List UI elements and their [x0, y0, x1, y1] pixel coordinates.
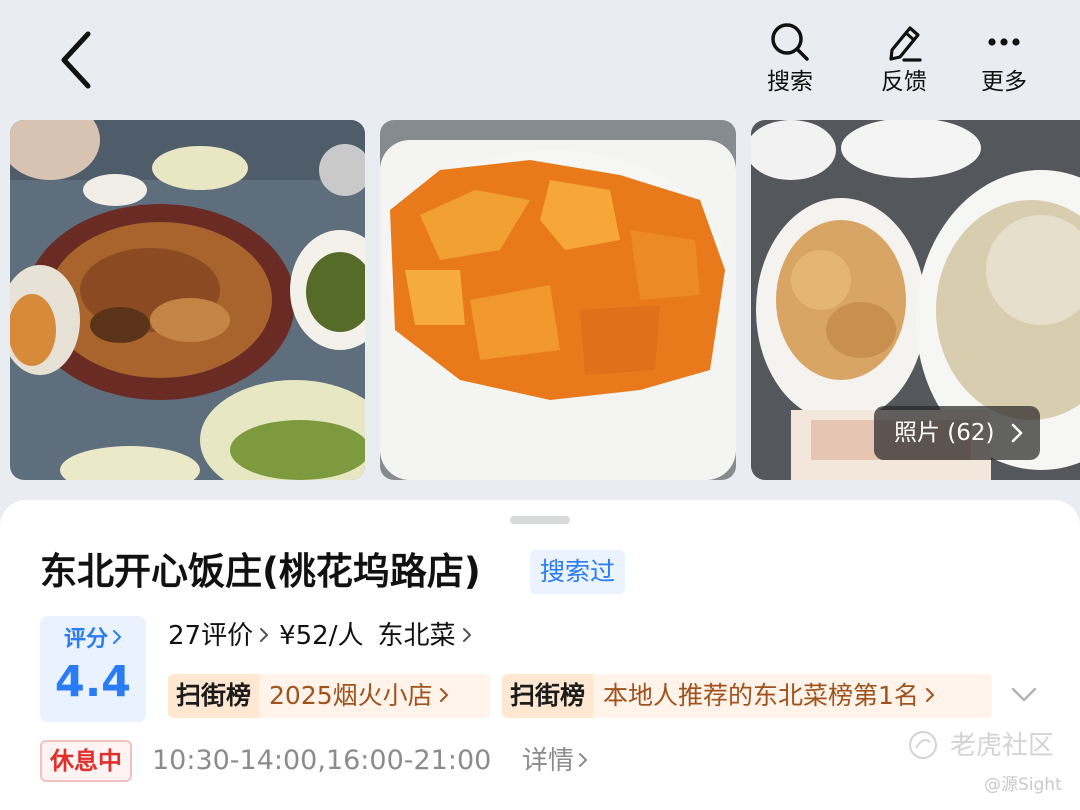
fried-pumpkin-image [380, 120, 736, 480]
feedback-label: 反馈 [881, 69, 927, 95]
more-dots-icon [988, 38, 1020, 46]
photo-count-button[interactable]: 照片 (62) [874, 406, 1040, 460]
searched-badge: 搜索过 [530, 550, 626, 594]
chevron-right-icon [1011, 423, 1023, 443]
feedback-button[interactable]: 反馈 [864, 20, 944, 96]
chevron-right-icon [260, 628, 269, 642]
chevron-down-icon[interactable] [1010, 686, 1038, 704]
watermark: 老虎社区 [908, 726, 1054, 766]
opening-hours: 10:30-14:00,16:00-21:00 [152, 745, 492, 776]
top-navigation-bar: 搜索 反馈 更多 [0, 0, 1080, 120]
score-label-text: 评分 [63, 627, 108, 652]
back-button[interactable] [52, 28, 108, 92]
more-button[interactable]: 更多 [964, 20, 1044, 96]
search-icon [771, 23, 809, 61]
detail-label: 详情 [522, 746, 575, 776]
watermark-logo-icon [909, 731, 937, 759]
photo-stewed-dish[interactable] [10, 120, 365, 480]
cuisine-link[interactable]: 东北菜 [377, 616, 481, 656]
shop-name: 东北开心饭庄(桃花坞路店) [40, 550, 481, 593]
rank-brand-logo: 扫街榜 [502, 674, 594, 718]
status-badge: 休息中 [40, 740, 132, 782]
score-label: 评分 [40, 626, 146, 654]
shop-meta-row: 27评价 ¥52/人 东北菜 [168, 616, 482, 656]
rank-tag-1[interactable]: 扫街榜 2025烟火小店 [168, 674, 490, 718]
more-label: 更多 [981, 69, 1027, 95]
watermark-text: 老虎社区 [950, 731, 1055, 761]
stewed-dish-image [10, 120, 365, 480]
reviews-link[interactable]: 27评价 [168, 616, 279, 656]
chevron-left-icon [61, 31, 91, 89]
shop-info-sheet: 东北开心饭庄(桃花坞路店) 搜索过 评分 4.4 27评价 ¥52/人 东北菜 扫街… [0, 500, 1080, 810]
edit-pencil-icon [889, 26, 922, 62]
chevron-right-icon [462, 628, 471, 642]
reviews-count: 27评价 [168, 621, 254, 651]
watermark-subtext: @源Sight [984, 775, 1062, 795]
rank-text: 本地人推荐的东北菜榜第1名 [603, 681, 919, 710]
price-per-person: ¥52/人 [279, 621, 364, 651]
chevron-right-icon [113, 630, 121, 644]
hours-detail-link[interactable]: 详情 [522, 740, 598, 782]
score-value: 4.4 [54, 657, 132, 707]
search-button[interactable]: 搜索 [750, 20, 830, 96]
photo-count-label: 照片 (62) [894, 420, 995, 446]
photo-fried-pumpkin[interactable] [380, 120, 736, 480]
cuisine-label: 东北菜 [377, 621, 456, 651]
rank-brand-logo: 扫街榜 [168, 674, 260, 718]
rank-tag-2[interactable]: 扫街榜 本地人推荐的东北菜榜第1名 [502, 674, 992, 718]
sheet-grab-handle[interactable] [510, 516, 570, 524]
chevron-right-icon [579, 753, 588, 767]
chevron-right-icon [439, 688, 448, 702]
chevron-right-icon [925, 688, 934, 702]
search-label: 搜索 [767, 69, 813, 95]
rank-text: 2025烟火小店 [269, 681, 433, 710]
score-box[interactable]: 评分 4.4 [40, 616, 146, 722]
